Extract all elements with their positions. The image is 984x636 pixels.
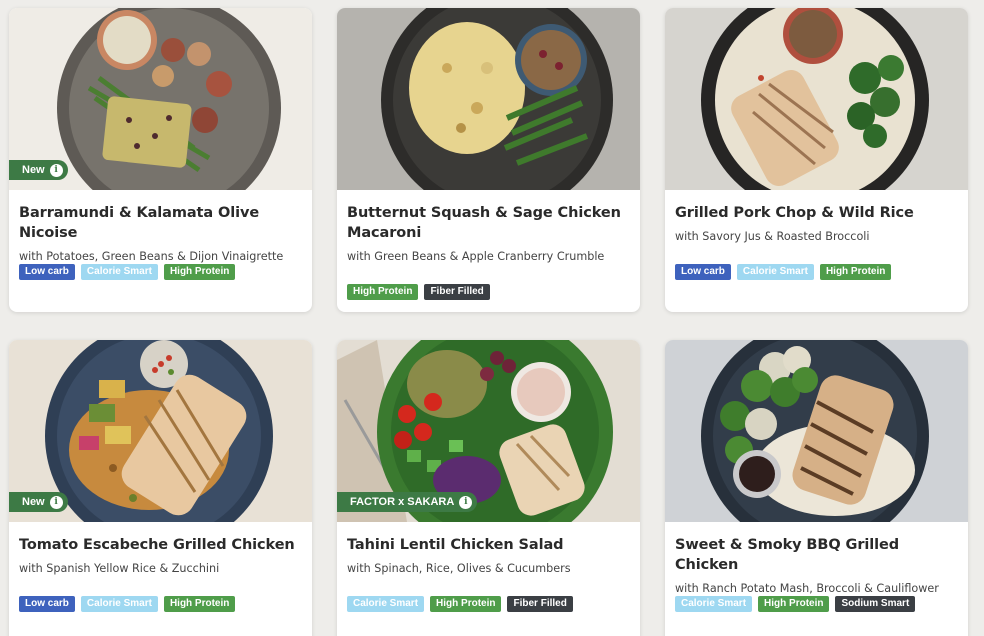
meal-subtitle: with Spanish Yellow Rice & Zucchini: [19, 562, 220, 575]
badge-label: New: [22, 164, 45, 176]
meal-subtitle: with Savory Jus & Roasted Broccoli: [675, 230, 870, 243]
tag-high-protein: High Protein: [347, 284, 419, 300]
tag-high-protein: High Protein: [819, 264, 892, 280]
tag-fiber-filled: Fiber Filled: [424, 284, 490, 300]
tag-low-carb: Low carb: [19, 596, 75, 612]
meal-card[interactable]: New i Barramundi & Kalamata Olive Nicois…: [9, 8, 312, 312]
meal-card[interactable]: FACTOR x SAKARA i Tahini Lentil Chicken …: [337, 340, 640, 636]
tag-list: Low carb Calorie Smart High Protein: [675, 264, 892, 280]
meal-photo: FACTOR x SAKARA i: [337, 340, 640, 522]
tag-sodium-smart: Sodium Smart: [835, 596, 916, 612]
meal-subtitle: with Green Beans & Apple Cranberry Crumb…: [347, 250, 605, 263]
info-icon[interactable]: i: [459, 495, 473, 509]
meal-subtitle: with Spinach, Rice, Olives & Cucumbers: [347, 562, 571, 575]
meal-photo: New i: [9, 340, 312, 522]
tag-calorie-smart: Calorie Smart: [736, 264, 814, 280]
tag-list: High Protein Fiber Filled: [347, 284, 490, 300]
meal-photo: [337, 8, 640, 190]
meal-grid: New i Barramundi & Kalamata Olive Nicois…: [0, 0, 984, 636]
meal-title: Butternut Squash & Sage Chicken Macaroni: [347, 205, 621, 241]
tag-calorie-smart: Calorie Smart: [675, 596, 753, 612]
tag-list: Low carb Calorie Smart High Protein: [19, 264, 236, 280]
info-icon[interactable]: i: [49, 495, 63, 509]
tag-fiber-filled: Fiber Filled: [507, 596, 573, 612]
meal-subtitle: with Potatoes, Green Beans & Dijon Vinai…: [19, 250, 284, 263]
meal-card[interactable]: Sweet & Smoky BBQ Grilled Chicken with R…: [665, 340, 968, 636]
badge-label: New: [22, 496, 45, 508]
tag-list: Low carb Calorie Smart High Protein: [19, 596, 236, 612]
tag-high-protein: High Protein: [758, 596, 830, 612]
new-badge[interactable]: New i: [9, 492, 68, 512]
meal-title: Sweet & Smoky BBQ Grilled Chicken: [675, 537, 899, 573]
tag-calorie-smart: Calorie Smart: [80, 264, 158, 280]
tag-low-carb: Low carb: [19, 264, 75, 280]
tag-high-protein: High Protein: [163, 264, 236, 280]
meal-title: Grilled Pork Chop & Wild Rice: [675, 205, 914, 221]
tag-list: Calorie Smart High Protein Fiber Filled: [347, 596, 573, 612]
new-badge[interactable]: New i: [9, 160, 68, 180]
meal-title: Tahini Lentil Chicken Salad: [347, 537, 564, 553]
partner-badge[interactable]: FACTOR x SAKARA i: [337, 492, 478, 512]
meal-subtitle: with Ranch Potato Mash, Broccoli & Cauli…: [675, 582, 939, 595]
meal-photo: New i: [9, 8, 312, 190]
meal-title: Barramundi & Kalamata Olive Nicoise: [19, 205, 260, 241]
meal-card[interactable]: Grilled Pork Chop & Wild Rice with Savor…: [665, 8, 968, 312]
tag-list: Calorie Smart High Protein Sodium Smart: [675, 596, 916, 612]
tag-calorie-smart: Calorie Smart: [347, 596, 425, 612]
meal-photo: [665, 340, 968, 522]
meal-card[interactable]: Butternut Squash & Sage Chicken Macaroni…: [337, 8, 640, 312]
tag-high-protein: High Protein: [430, 596, 502, 612]
meal-card[interactable]: New i Tomato Escabeche Grilled Chicken w…: [9, 340, 312, 636]
tag-high-protein: High Protein: [163, 596, 236, 612]
tag-calorie-smart: Calorie Smart: [80, 596, 158, 612]
meal-photo: [665, 8, 968, 190]
info-icon[interactable]: i: [49, 163, 63, 177]
meal-title: Tomato Escabeche Grilled Chicken: [19, 537, 295, 553]
tag-low-carb: Low carb: [675, 264, 731, 280]
badge-label: FACTOR x SAKARA: [350, 496, 455, 508]
